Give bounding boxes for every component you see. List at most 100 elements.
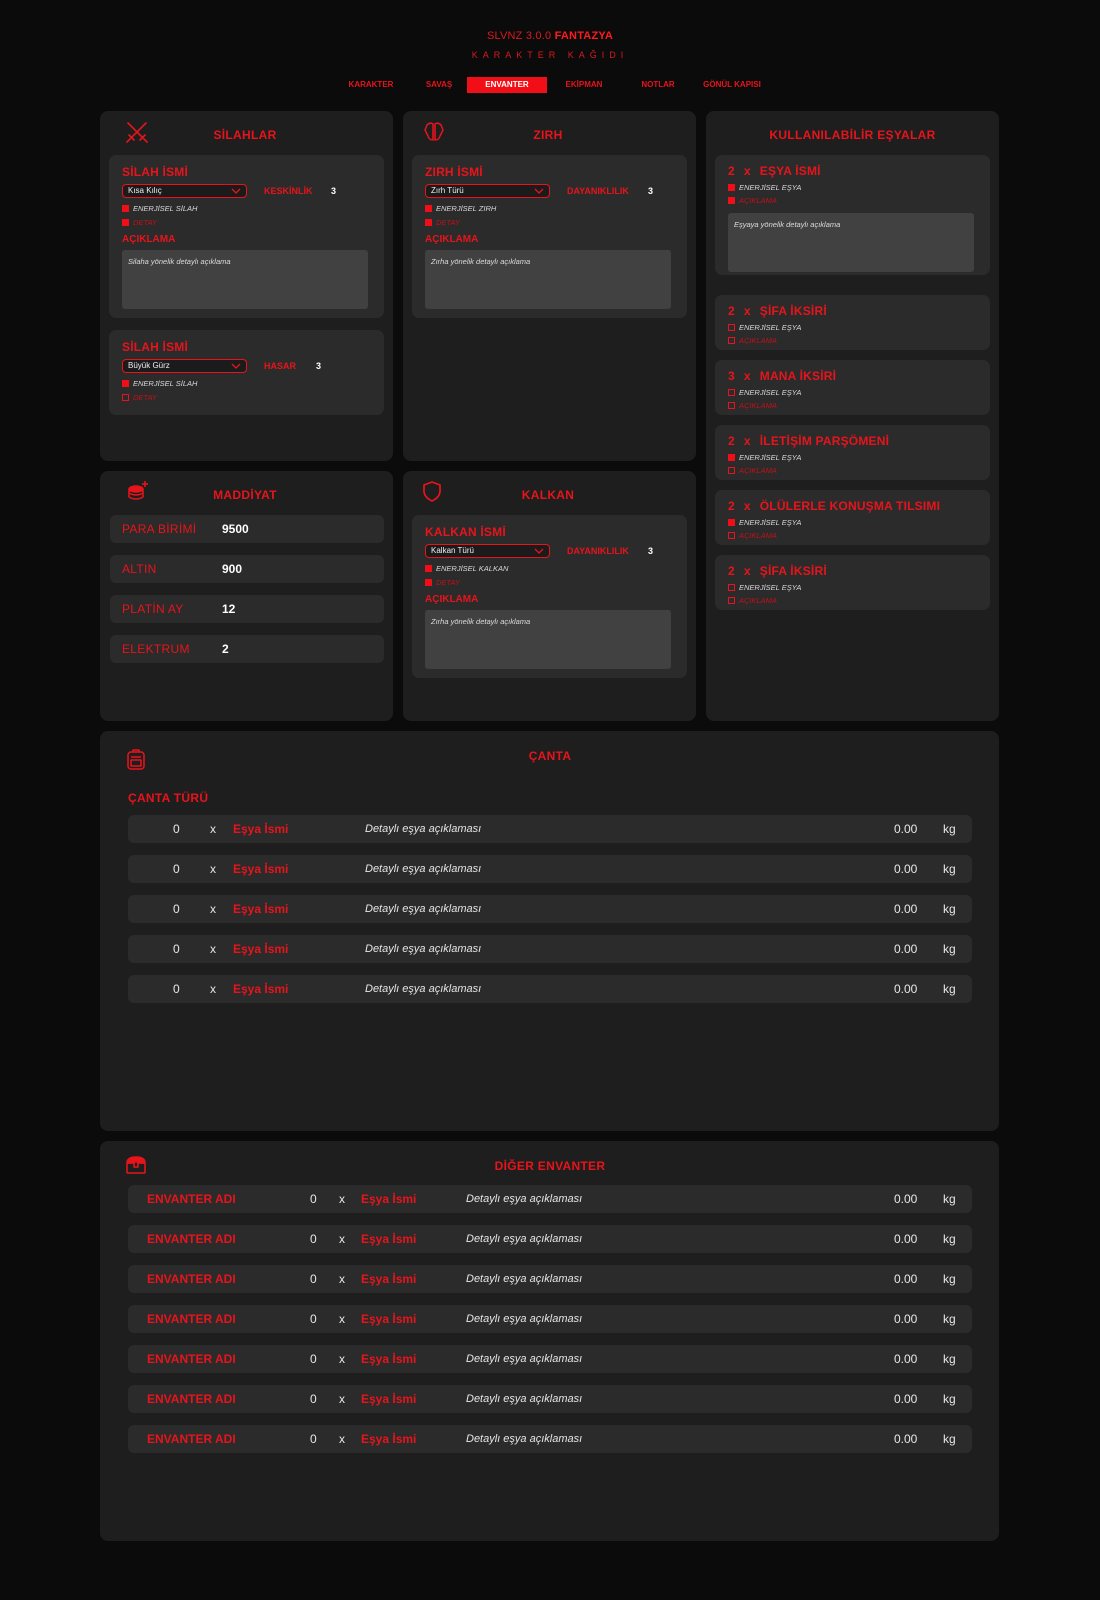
bag-item-row[interactable]: 0 x Eşya İsmi Detaylı eşya açıklaması 0.… — [128, 935, 972, 963]
item-quantity[interactable]: 0 — [310, 1392, 317, 1406]
detail-checkbox[interactable] — [122, 394, 129, 401]
item-weight[interactable]: 0.00 — [894, 1432, 917, 1446]
description-checkbox[interactable] — [728, 337, 735, 344]
tab-ekipman[interactable]: EKİPMAN — [556, 77, 612, 93]
item-description[interactable]: Detaylı eşya açıklaması — [466, 1313, 582, 1325]
bag-item-row[interactable]: 0 x Eşya İsmi Detaylı eşya açıklaması 0.… — [128, 895, 972, 923]
energy-checkbox[interactable] — [728, 519, 735, 526]
inventory-item-row[interactable]: ENVANTER ADI 0 x Eşya İsmi Detaylı eşya … — [128, 1265, 972, 1293]
inventory-name[interactable]: ENVANTER ADI — [147, 1232, 236, 1246]
item-weight[interactable]: 0.00 — [894, 862, 917, 876]
currency-row[interactable]: PLATİN AY 12 — [110, 595, 384, 623]
item-name[interactable]: Eşya İsmi — [233, 822, 288, 836]
bag-item-row[interactable]: 0 x Eşya İsmi Detaylı eşya açıklaması 0.… — [128, 975, 972, 1003]
item-quantity[interactable]: 0 — [310, 1192, 317, 1206]
shield-type-select[interactable]: Kalkan Türü — [425, 544, 550, 558]
item-quantity[interactable]: 0 — [310, 1352, 317, 1366]
item-weight[interactable]: 0.00 — [894, 1232, 917, 1246]
tab-gonul-kapisi[interactable]: GÖNÜL KAPISI — [697, 77, 767, 93]
armor-description-textarea[interactable]: Zırha yönelik detaylı açıklama — [425, 250, 671, 309]
energy-checkbox[interactable] — [122, 380, 129, 387]
inventory-name[interactable]: ENVANTER ADI — [147, 1432, 236, 1446]
inventory-item-row[interactable]: ENVANTER ADI 0 x Eşya İsmi Detaylı eşya … — [128, 1225, 972, 1253]
bag-item-row[interactable]: 0 x Eşya İsmi Detaylı eşya açıklaması 0.… — [128, 855, 972, 883]
item-description[interactable]: Detaylı eşya açıklaması — [466, 1433, 582, 1445]
inventory-item-row[interactable]: ENVANTER ADI 0 x Eşya İsmi Detaylı eşya … — [128, 1425, 972, 1453]
item-description[interactable]: Detaylı eşya açıklaması — [466, 1233, 582, 1245]
item-weight[interactable]: 0.00 — [894, 982, 917, 996]
energy-checkbox[interactable] — [728, 184, 735, 191]
energy-checkbox[interactable] — [728, 454, 735, 461]
inventory-name[interactable]: ENVANTER ADI — [147, 1352, 236, 1366]
item-quantity[interactable]: 0 — [310, 1312, 317, 1326]
item-weight[interactable]: 0.00 — [894, 822, 917, 836]
item-name[interactable]: Eşya İsmi — [361, 1352, 416, 1366]
tab-savas[interactable]: SAVAŞ — [415, 77, 463, 93]
item-description[interactable]: Detaylı eşya açıklaması — [466, 1273, 582, 1285]
item-quantity[interactable]: 0 — [310, 1232, 317, 1246]
item-name[interactable]: Eşya İsmi — [233, 982, 288, 996]
description-checkbox[interactable] — [728, 197, 735, 204]
energy-checkbox[interactable] — [425, 565, 432, 572]
item-weight[interactable]: 0.00 — [894, 1272, 917, 1286]
item-weight[interactable]: 0.00 — [894, 1192, 917, 1206]
armor-type-select[interactable]: Zırh Türü — [425, 184, 550, 198]
item-name[interactable]: Eşya İsmi — [233, 942, 288, 956]
inventory-item-row[interactable]: ENVANTER ADI 0 x Eşya İsmi Detaylı eşya … — [128, 1185, 972, 1213]
item-quantity[interactable]: 0 — [173, 982, 180, 996]
weapon-type-select[interactable]: Kısa Kılıç — [122, 184, 247, 198]
item-weight[interactable]: 0.00 — [894, 1312, 917, 1326]
inventory-item-row[interactable]: ENVANTER ADI 0 x Eşya İsmi Detaylı eşya … — [128, 1385, 972, 1413]
item-description[interactable]: Detaylı eşya açıklaması — [365, 823, 481, 835]
item-description[interactable]: Detaylı eşya açıklaması — [365, 983, 481, 995]
currency-row[interactable]: ALTIN 900 — [110, 555, 384, 583]
energy-checkbox[interactable] — [728, 389, 735, 396]
item-name[interactable]: Eşya İsmi — [361, 1192, 416, 1206]
description-checkbox[interactable] — [728, 467, 735, 474]
item-quantity[interactable]: 0 — [173, 942, 180, 956]
energy-checkbox[interactable] — [728, 324, 735, 331]
item-description[interactable]: Detaylı eşya açıklaması — [365, 943, 481, 955]
tab-notlar[interactable]: NOTLAR — [633, 77, 683, 93]
item-description[interactable]: Detaylı eşya açıklaması — [466, 1193, 582, 1205]
item-name[interactable]: Eşya İsmi — [233, 862, 288, 876]
item-quantity[interactable]: 0 — [173, 822, 180, 836]
item-name[interactable]: Eşya İsmi — [361, 1432, 416, 1446]
item-description[interactable]: Detaylı eşya açıklaması — [365, 903, 481, 915]
currency-row[interactable]: PARA BİRİMİ 9500 — [110, 515, 384, 543]
inventory-item-row[interactable]: ENVANTER ADI 0 x Eşya İsmi Detaylı eşya … — [128, 1345, 972, 1373]
item-weight[interactable]: 0.00 — [894, 942, 917, 956]
item-quantity[interactable]: 0 — [310, 1432, 317, 1446]
detail-checkbox[interactable] — [425, 579, 432, 586]
description-checkbox[interactable] — [728, 597, 735, 604]
item-weight[interactable]: 0.00 — [894, 902, 917, 916]
item-quantity[interactable]: 0 — [173, 862, 180, 876]
description-checkbox[interactable] — [728, 402, 735, 409]
energy-checkbox[interactable] — [728, 584, 735, 591]
currency-row[interactable]: ELEKTRUM 2 — [110, 635, 384, 663]
item-name[interactable]: Eşya İsmi — [361, 1232, 416, 1246]
inventory-item-row[interactable]: ENVANTER ADI 0 x Eşya İsmi Detaylı eşya … — [128, 1305, 972, 1333]
item-quantity[interactable]: 0 — [310, 1272, 317, 1286]
tab-karakter[interactable]: KARAKTER — [342, 77, 400, 93]
item-description[interactable]: Detaylı eşya açıklaması — [365, 863, 481, 875]
energy-checkbox[interactable] — [122, 205, 129, 212]
consumable-description-textarea[interactable]: Eşyaya yönelik detaylı açıklama — [728, 213, 974, 272]
item-weight[interactable]: 0.00 — [894, 1352, 917, 1366]
weapon-description-textarea[interactable]: Silaha yönelik detaylı açıklama — [122, 250, 368, 309]
energy-checkbox[interactable] — [425, 205, 432, 212]
item-name[interactable]: Eşya İsmi — [233, 902, 288, 916]
detail-checkbox[interactable] — [122, 219, 129, 226]
detail-checkbox[interactable] — [425, 219, 432, 226]
item-quantity[interactable]: 0 — [173, 902, 180, 916]
bag-type-label[interactable]: ÇANTA TÜRÜ — [128, 791, 208, 805]
item-name[interactable]: Eşya İsmi — [361, 1392, 416, 1406]
item-name[interactable]: Eşya İsmi — [361, 1272, 416, 1286]
description-checkbox[interactable] — [728, 532, 735, 539]
item-weight[interactable]: 0.00 — [894, 1392, 917, 1406]
item-name[interactable]: Eşya İsmi — [361, 1312, 416, 1326]
inventory-name[interactable]: ENVANTER ADI — [147, 1312, 236, 1326]
item-description[interactable]: Detaylı eşya açıklaması — [466, 1393, 582, 1405]
inventory-name[interactable]: ENVANTER ADI — [147, 1192, 236, 1206]
item-description[interactable]: Detaylı eşya açıklaması — [466, 1353, 582, 1365]
